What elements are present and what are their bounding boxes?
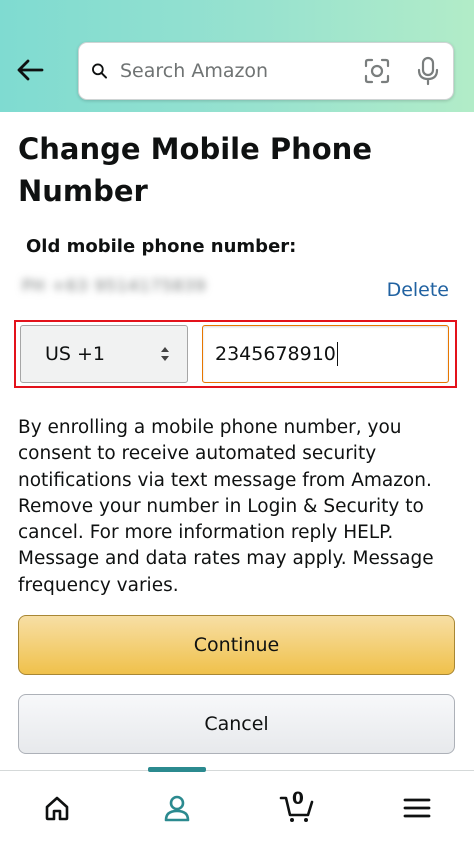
account-icon [164,795,190,822]
phone-entry-highlight: US +1 2345678910 [14,320,457,388]
search-icon [92,63,108,79]
nav-home[interactable] [35,789,79,827]
delete-link[interactable]: Delete [387,279,449,301]
arrow-left-icon [17,59,44,81]
cancel-button[interactable]: Cancel [18,694,455,754]
voice-search-button[interactable] [417,56,439,86]
page-title: Change Mobile Phone Number [18,132,372,208]
top-header [0,0,474,112]
sort-arrows-icon [161,347,169,361]
country-code-select[interactable]: US +1 [20,325,188,383]
country-code-value: US +1 [45,343,106,365]
nav-menu[interactable] [395,789,439,827]
search-input[interactable] [120,51,363,91]
camera-button[interactable] [363,56,391,86]
continue-button[interactable]: Continue [18,615,455,675]
camera-scan-icon [364,58,390,84]
microphone-icon [417,56,439,86]
bottom-nav: 0 [0,767,474,842]
text-caret [336,342,339,366]
back-button[interactable] [10,50,50,90]
home-icon [45,796,69,821]
active-tab-indicator [148,767,206,772]
old-number-label: Old mobile phone number: [26,236,297,257]
nav-cart[interactable]: 0 [275,789,319,827]
search-box[interactable] [78,42,454,100]
consent-text: By enrolling a mobile phone number, you … [18,417,434,596]
menu-icon [403,798,431,818]
nav-account[interactable] [155,789,199,827]
old-number-value: PH +63 9514175839 [22,276,207,295]
cart-count: 0 [292,789,304,809]
phone-number-input[interactable]: 2345678910 [202,325,449,383]
phone-number-value: 2345678910 [215,343,336,365]
